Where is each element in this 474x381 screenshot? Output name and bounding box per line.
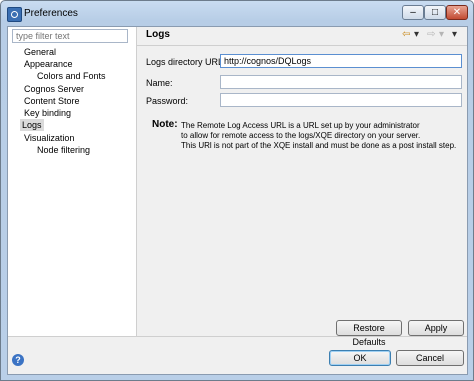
- title-bar[interactable]: Preferences – □ ✕: [1, 1, 473, 27]
- restore-defaults-button[interactable]: Restore Defaults: [336, 320, 402, 347]
- password-label: Password:: [146, 96, 189, 106]
- tree-item-key-binding[interactable]: Key binding: [22, 107, 73, 119]
- logs-directory-url-input[interactable]: [220, 54, 462, 68]
- note-line-2: to allow for remote access to the logs/X…: [181, 131, 421, 140]
- minimize-icon: –: [410, 7, 416, 18]
- tree-item-node-filtering[interactable]: Node filtering: [35, 144, 92, 156]
- note-line-3: This URl is not part of the XQE install …: [181, 141, 457, 150]
- close-button[interactable]: ✕: [446, 5, 468, 20]
- name-input[interactable]: [220, 75, 462, 89]
- minimize-button[interactable]: –: [402, 5, 424, 20]
- tree-item-logs[interactable]: Logs: [20, 119, 44, 131]
- preference-tree-panel: General Appearance Colors and Fonts Cogn…: [8, 27, 137, 336]
- maximize-button[interactable]: □: [424, 5, 446, 20]
- ok-button[interactable]: OK: [329, 350, 391, 366]
- tree-item-cognos-server[interactable]: Cognos Server: [22, 83, 86, 95]
- filter-input[interactable]: [12, 29, 128, 43]
- app-icon: [7, 7, 22, 22]
- window-title: Preferences: [24, 8, 78, 19]
- close-icon: ✕: [452, 7, 462, 18]
- help-icon[interactable]: ?: [12, 354, 24, 366]
- tree-item-appearance[interactable]: Appearance: [22, 58, 75, 70]
- name-label: Name:: [146, 78, 173, 88]
- back-menu-chevron-icon[interactable]: ▾: [414, 30, 419, 40]
- tree-item-general[interactable]: General: [22, 46, 58, 58]
- header-divider: [137, 45, 467, 46]
- note-label: Note:: [152, 119, 178, 130]
- cancel-button[interactable]: Cancel: [396, 350, 464, 366]
- view-menu-chevron-icon[interactable]: ▾: [452, 30, 457, 40]
- password-input[interactable]: [220, 93, 462, 107]
- preferences-window: Preferences – □ ✕ General Appearance Col…: [0, 0, 474, 381]
- footer-divider: [8, 336, 467, 337]
- back-arrow-icon[interactable]: ⇦: [402, 30, 410, 40]
- forward-menu-chevron-icon[interactable]: ▾: [439, 30, 444, 40]
- dialog-client-area: General Appearance Colors and Fonts Cogn…: [7, 26, 468, 375]
- maximize-icon: □: [431, 7, 439, 18]
- page-title: Logs: [146, 29, 170, 40]
- apply-button[interactable]: Apply: [408, 320, 464, 336]
- note-line-1: The Remote Log Access URL is a URL set u…: [181, 121, 420, 130]
- preference-page: Logs ⇦ ▾ ⇨ ▾ ▾ Logs directory URL: Name:…: [137, 27, 467, 347]
- tree-item-visualization[interactable]: Visualization: [22, 132, 76, 144]
- forward-arrow-icon[interactable]: ⇨: [427, 30, 435, 40]
- tree-item-colors-and-fonts[interactable]: Colors and Fonts: [35, 70, 108, 82]
- tree-item-content-store[interactable]: Content Store: [22, 95, 82, 107]
- logs-directory-url-label: Logs directory URL:: [146, 57, 226, 67]
